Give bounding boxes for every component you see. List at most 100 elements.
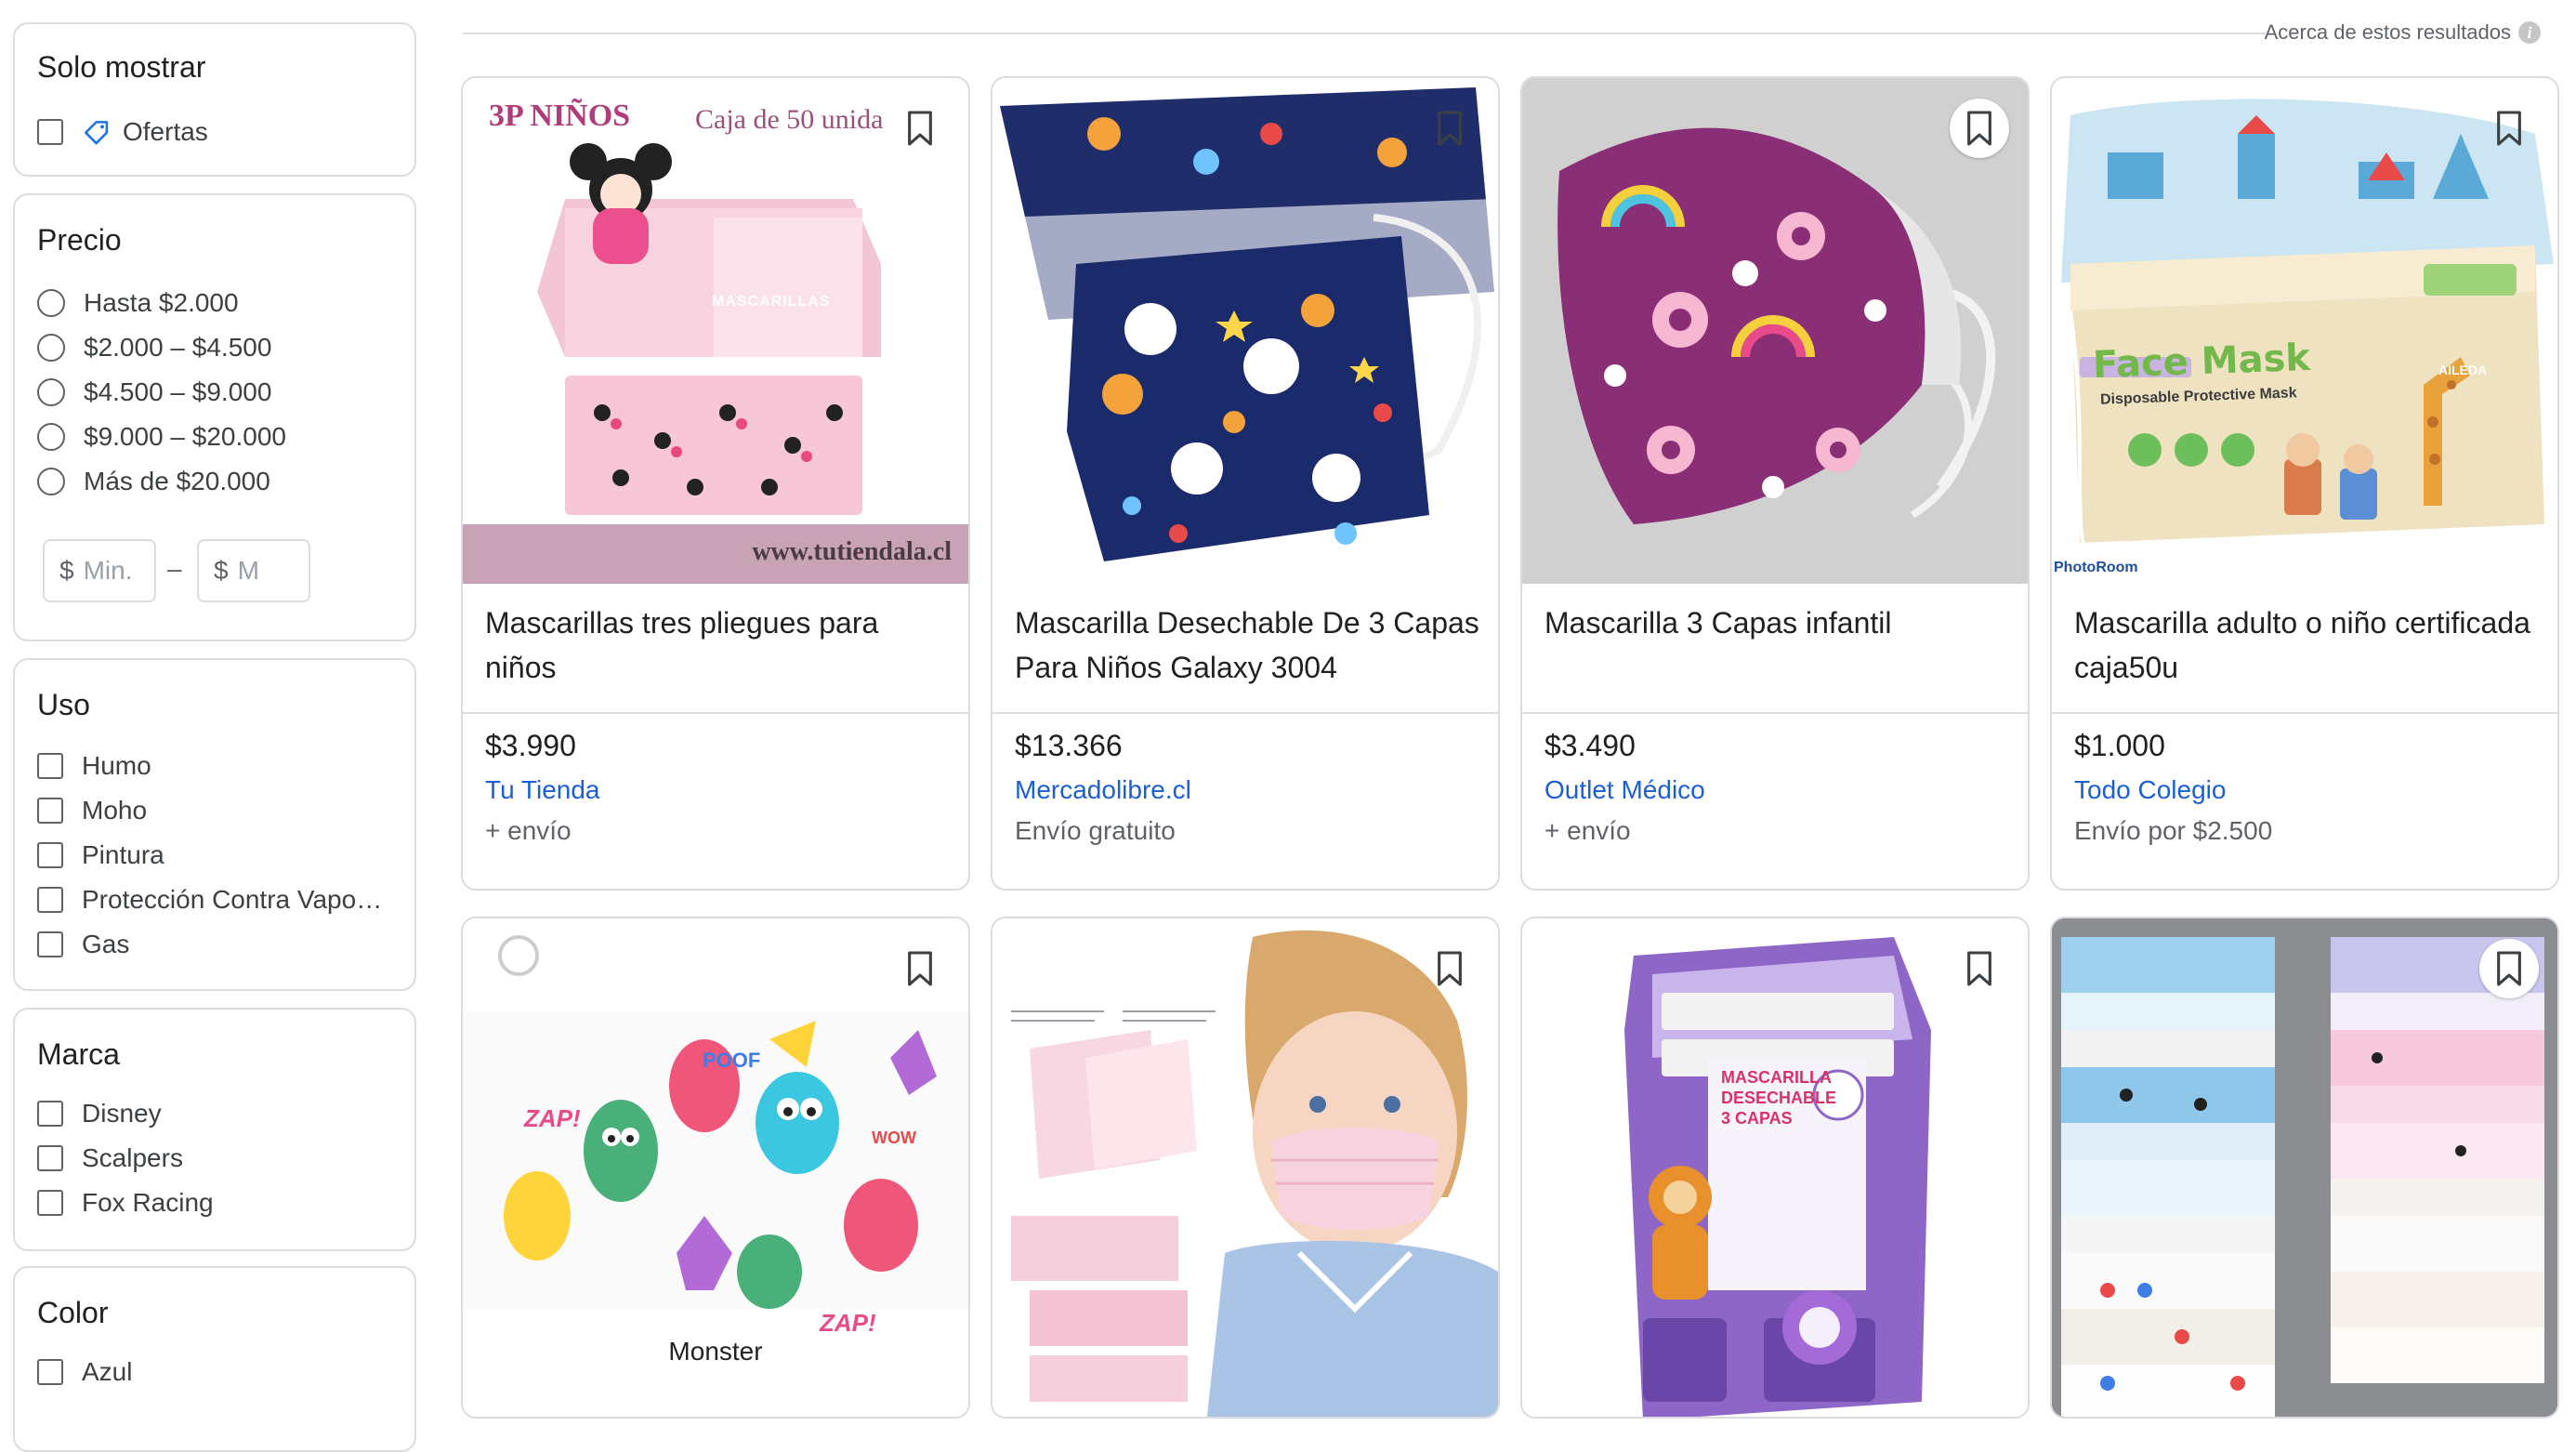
product-image-art: [1011, 930, 1498, 1417]
bookmark-button[interactable]: [1420, 939, 1479, 998]
use-option[interactable]: Pintura: [37, 837, 164, 874]
checkbox[interactable]: [37, 1190, 63, 1216]
radio[interactable]: [37, 468, 65, 495]
filter-option-label: Protección Contra Vapo…: [82, 885, 383, 914]
use-option[interactable]: Moho: [37, 792, 147, 829]
product-title[interactable]: Mascarillas tres pliegues para niños: [485, 601, 950, 690]
filter-use: Uso Humo Moho Pintura Protección Contra …: [13, 658, 416, 991]
bookmark-button[interactable]: [1420, 99, 1479, 158]
product-image[interactable]: [992, 78, 1498, 584]
product-title[interactable]: Mascarilla Desechable De 3 Capas Para Ni…: [1015, 601, 1479, 690]
use-option[interactable]: Gas: [37, 926, 129, 963]
product-title[interactable]: Mascarilla 3 Capas infantil: [1544, 601, 2009, 645]
filter-title: Uso: [37, 688, 90, 721]
price-option[interactable]: $2.000 – $4.500: [37, 329, 271, 366]
product-image-art: [463, 143, 968, 584]
filter-option-label: $9.000 – $20.000: [84, 422, 286, 451]
bookmark-button[interactable]: [890, 939, 950, 998]
price-option[interactable]: Más de $20.000: [37, 463, 270, 500]
product-image[interactable]: [992, 918, 1498, 1417]
brand-option[interactable]: Fox Racing: [37, 1184, 214, 1221]
filter-option-label: Moho: [82, 796, 148, 825]
card-divider: [2052, 712, 2557, 714]
filter-option-label: $2.000 – $4.500: [84, 333, 272, 362]
radio[interactable]: [37, 289, 65, 317]
bookmark-icon: [908, 111, 932, 146]
info-icon[interactable]: i: [2518, 21, 2541, 44]
product-price: $3.490: [1544, 729, 1636, 762]
product-price: $3.990: [485, 729, 576, 762]
bookmark-icon: [908, 951, 932, 986]
radio[interactable]: [37, 334, 65, 362]
card-divider: [1522, 712, 2028, 714]
bookmark-icon: [1438, 111, 1462, 146]
checkbox[interactable]: [37, 753, 63, 779]
store-link[interactable]: Todo Colegio: [2074, 775, 2226, 805]
filter-title: Marca: [37, 1037, 120, 1071]
checkbox[interactable]: [37, 887, 63, 913]
shipping-info: + envío: [1544, 816, 1631, 845]
bookmark-button[interactable]: [1950, 939, 2009, 998]
store-link[interactable]: Mercadolibre.cl: [1015, 775, 1191, 805]
product-card[interactable]: ZAP! POOF WOW ZAP! Monster: [461, 917, 970, 1419]
product-card[interactable]: Mascarilla 3 Capas infantil $3.490 Outle…: [1520, 76, 2030, 891]
price-min-input[interactable]: $ Min.: [43, 539, 156, 602]
filter-offers[interactable]: Ofertas: [37, 113, 208, 151]
product-image[interactable]: [2052, 918, 2557, 1417]
image-text-box: MASCARILLAS: [712, 294, 831, 310]
use-option[interactable]: Humo: [37, 747, 151, 785]
image-text-top-right: Caja de 50 unida: [695, 104, 884, 135]
product-image[interactable]: 3P NIÑOS Caja de 50 unida MASCARILLAS ww…: [463, 78, 968, 584]
product-price: $13.366: [1015, 729, 1123, 762]
price-max-input[interactable]: $ M: [197, 539, 310, 602]
brand-option[interactable]: Scalpers: [37, 1140, 183, 1177]
about-results-link[interactable]: Acerca de estos resultados: [2265, 20, 2511, 45]
product-image[interactable]: [1522, 78, 2028, 584]
image-text-top-left: 3P NIÑOS: [489, 99, 631, 133]
product-image[interactable]: MASCARILLA DESECHABLE 3 CAPAS: [1522, 918, 2028, 1417]
image-text-box: Face Mask: [2092, 336, 2311, 388]
filter-show-only: Solo mostrar Ofertas: [13, 22, 416, 177]
filter-title: Precio: [37, 223, 122, 257]
checkbox[interactable]: [37, 1359, 63, 1385]
brand-option[interactable]: Disney: [37, 1095, 162, 1132]
tag-icon: [84, 121, 109, 145]
radio[interactable]: [37, 378, 65, 406]
image-text-d: ZAP!: [820, 1309, 876, 1337]
product-card[interactable]: Face Mask Disposable Protective Mask AIL…: [2050, 76, 2559, 891]
store-link[interactable]: Tu Tienda: [485, 775, 599, 805]
checkbox[interactable]: [37, 842, 63, 868]
product-card[interactable]: Mascarilla Desechable De 3 Capas Para Ni…: [991, 76, 1500, 891]
price-option[interactable]: Hasta $2.000: [37, 284, 239, 322]
radio[interactable]: [37, 423, 65, 451]
use-option[interactable]: Protección Contra Vapo…: [37, 881, 382, 918]
checkbox[interactable]: [37, 798, 63, 824]
price-option[interactable]: $4.500 – $9.000: [37, 374, 271, 411]
checkbox[interactable]: [37, 931, 63, 957]
product-image[interactable]: Face Mask Disposable Protective Mask AIL…: [2052, 78, 2557, 584]
bookmark-button[interactable]: [1950, 99, 2009, 158]
checkbox[interactable]: [37, 119, 63, 145]
product-card[interactable]: [2050, 917, 2559, 1419]
filter-color: Color Azul: [13, 1266, 416, 1452]
bookmark-button[interactable]: [890, 99, 950, 158]
product-card[interactable]: 3P NIÑOS Caja de 50 unida MASCARILLAS ww…: [461, 76, 970, 891]
product-image-art: [2061, 99, 2554, 562]
filter-brand: Marca Disney Scalpers Fox Racing: [13, 1008, 416, 1251]
color-option[interactable]: Azul: [37, 1353, 132, 1391]
product-card[interactable]: MASCARILLA DESECHABLE 3 CAPAS: [1520, 917, 2030, 1419]
product-price: $1.000: [2074, 729, 2165, 762]
currency-symbol: $: [59, 556, 74, 585]
product-card[interactable]: [991, 917, 1500, 1419]
bookmark-button[interactable]: [2479, 939, 2539, 998]
bookmark-button[interactable]: [2479, 99, 2539, 158]
checkbox[interactable]: [37, 1145, 63, 1171]
price-option[interactable]: $9.000 – $20.000: [37, 418, 286, 455]
currency-symbol: $: [214, 556, 229, 585]
checkbox[interactable]: [37, 1101, 63, 1127]
price-max-placeholder: M: [237, 556, 259, 585]
product-title[interactable]: Mascarilla adulto o niño certificada caj…: [2074, 601, 2539, 690]
filter-option-label: Ofertas: [123, 117, 208, 146]
filter-title: Solo mostrar: [37, 50, 206, 84]
store-link[interactable]: Outlet Médico: [1544, 775, 1705, 805]
